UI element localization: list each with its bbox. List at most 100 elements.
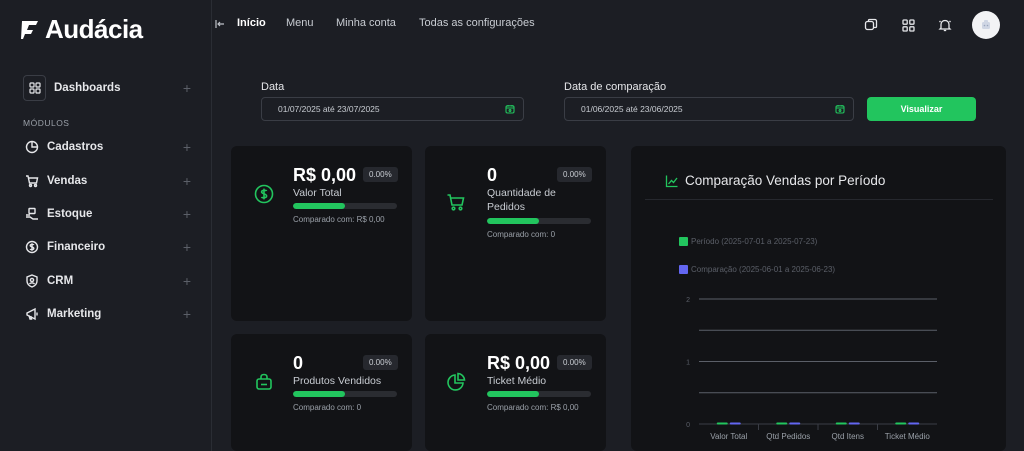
dollar-circle-icon xyxy=(23,238,41,256)
kpi-progress-bar xyxy=(487,391,591,397)
kpi-value: R$ 0,00 xyxy=(293,165,357,185)
kpi-card-ticket-medio: R$ 0,00 0.00% Ticket Médio Comparado com… xyxy=(425,334,606,451)
kpi-progress-fill xyxy=(487,218,539,224)
sidebar-item-label: Marketing xyxy=(47,308,102,320)
plus-icon: + xyxy=(182,239,191,255)
kpi-progress-bar xyxy=(293,391,397,397)
compare-date-label: Data de comparação xyxy=(564,81,667,93)
user-avatar-icon xyxy=(982,20,990,29)
y-tick-label: 2 xyxy=(686,297,690,304)
bar-periodo xyxy=(716,422,728,425)
sidebar-item-vendas[interactable]: Vendas + xyxy=(23,166,191,196)
plus-icon: + xyxy=(182,80,191,96)
compare-date-range-value: 01/06/2025 até 23/06/2025 xyxy=(581,104,683,114)
bar-comparacao xyxy=(848,422,860,425)
bar-chart: 0 1 2 Valor Total Qtd Pedidos Qtd Itens Ticket… xyxy=(686,297,937,441)
kpi-label: Valor Total xyxy=(293,187,342,199)
sidebar-item-label: Vendas xyxy=(47,175,88,187)
sidebar-item-crm[interactable]: CRM + xyxy=(23,266,191,296)
grid-icon xyxy=(23,75,46,101)
brand-logo[interactable]: Audácia xyxy=(19,14,143,45)
kpi-change-badge: 0.00% xyxy=(557,355,592,370)
apps-grid-icon[interactable] xyxy=(899,16,917,34)
crm-icon xyxy=(23,272,41,290)
kpi-card-valor-total: R$ 0,00 0.00% Valor Total Comparado com:… xyxy=(231,146,412,321)
sidebar-item-dashboards[interactable]: Dashboards + xyxy=(23,73,191,103)
cart-icon xyxy=(445,191,467,213)
x-tick-label: Qtd Itens xyxy=(832,432,864,441)
kpi-value: R$ 0,00 xyxy=(487,353,551,373)
plus-icon: + xyxy=(182,139,191,155)
date-range-value: 01/07/2025 até 23/07/2025 xyxy=(278,104,380,114)
kpi-value: 0 xyxy=(487,165,498,185)
nav-inicio[interactable]: Início xyxy=(237,17,266,29)
sidebar-item-cadastros[interactable]: Cadastros + xyxy=(23,132,191,162)
plus-icon: + xyxy=(182,306,191,322)
pie-chart-icon xyxy=(23,138,41,156)
x-tick-label: Ticket Médio xyxy=(885,432,931,441)
comparison-chart-card: Comparação Vendas por Período Período (2… xyxy=(631,146,1006,451)
nav-todas-configuracoes[interactable]: Todas as configurações xyxy=(419,17,535,29)
kpi-change-badge: 0.00% xyxy=(363,167,398,182)
kpi-label: Quantidade de Pedidos xyxy=(487,187,556,213)
sidebar-item-estoque[interactable]: Estoque + xyxy=(23,199,191,229)
top-bar: Início Menu Minha conta Todas as configu… xyxy=(212,0,1024,50)
kpi-progress-bar xyxy=(293,203,397,209)
cart-icon xyxy=(23,172,41,190)
shopping-bag-icon xyxy=(253,371,275,393)
sidebar-item-label: Dashboards xyxy=(54,82,121,94)
logo-mark-icon xyxy=(21,20,38,39)
sidebar-item-label: Estoque xyxy=(47,208,93,220)
nav-minha-conta[interactable]: Minha conta xyxy=(336,17,396,29)
kpi-compare-text: Comparado com: 0 xyxy=(487,230,556,239)
visualizar-button[interactable]: Visualizar xyxy=(867,97,976,121)
bar-comparacao xyxy=(908,422,920,425)
kpi-label: Produtos Vendidos xyxy=(293,375,382,387)
chat-icon[interactable] xyxy=(862,16,880,34)
nav-menu[interactable]: Menu xyxy=(286,17,314,29)
x-tick-label: Qtd Pedidos xyxy=(766,432,810,441)
box-hand-icon xyxy=(23,205,41,223)
date-label: Data xyxy=(261,81,285,93)
y-tick-label: 0 xyxy=(686,422,690,429)
kpi-card-produtos-vendidos: 0 0.00% Produtos Vendidos Comparado com:… xyxy=(231,334,412,451)
kpi-progress-fill xyxy=(293,203,345,209)
sidebar-item-label: Financeiro xyxy=(47,241,106,253)
kpi-change-badge: 0.00% xyxy=(363,355,398,370)
section-label: MÓDULOS xyxy=(23,118,70,128)
kpi-label: Ticket Médio xyxy=(487,375,547,387)
calendar-icon[interactable] xyxy=(505,104,515,114)
bar-periodo xyxy=(895,422,907,425)
avatar[interactable] xyxy=(972,11,1000,39)
date-range-input[interactable]: 01/07/2025 até 23/07/2025 xyxy=(261,97,524,121)
sidebar-item-label: Cadastros xyxy=(47,141,104,153)
sidebar-item-financeiro[interactable]: Financeiro + xyxy=(23,232,191,262)
dollar-circle-icon xyxy=(253,183,275,205)
pie-chart-icon xyxy=(445,371,467,393)
kpi-compare-text: Comparado com: R$ 0,00 xyxy=(293,215,385,224)
plus-icon: + xyxy=(182,273,191,289)
kpi-card-quantidade-pedidos: 0 0.00% Quantidade de Pedidos Comparado … xyxy=(425,146,606,321)
bar-periodo xyxy=(776,422,788,425)
sidebar-item-marketing[interactable]: Marketing + xyxy=(23,299,191,329)
calendar-icon[interactable] xyxy=(835,104,845,114)
megaphone-icon xyxy=(23,305,41,323)
kpi-progress-fill xyxy=(487,391,539,397)
kpi-progress-fill xyxy=(293,391,345,397)
notification-bell-icon[interactable] xyxy=(936,16,954,34)
sidebar-item-label: CRM xyxy=(47,275,74,287)
sidebar: Audácia Dashboards + MÓDULOS Cadastros +… xyxy=(0,0,212,451)
kpi-progress-bar xyxy=(487,218,591,224)
kpi-value: 0 xyxy=(293,353,304,373)
collapse-sidebar-icon[interactable] xyxy=(212,13,228,35)
kpi-compare-text: Comparado com: R$ 0,00 xyxy=(487,403,579,412)
bar-comparacao xyxy=(789,422,801,425)
kpi-change-badge: 0.00% xyxy=(557,167,592,182)
plus-icon: + xyxy=(182,173,191,189)
plus-icon: + xyxy=(182,206,191,222)
compare-date-range-input[interactable]: 01/06/2025 até 23/06/2025 xyxy=(564,97,854,121)
kpi-compare-text: Comparado com: 0 xyxy=(293,403,362,412)
y-tick-label: 1 xyxy=(686,360,690,367)
bar-comparacao xyxy=(729,422,741,425)
x-tick-label: Valor Total xyxy=(710,432,747,441)
